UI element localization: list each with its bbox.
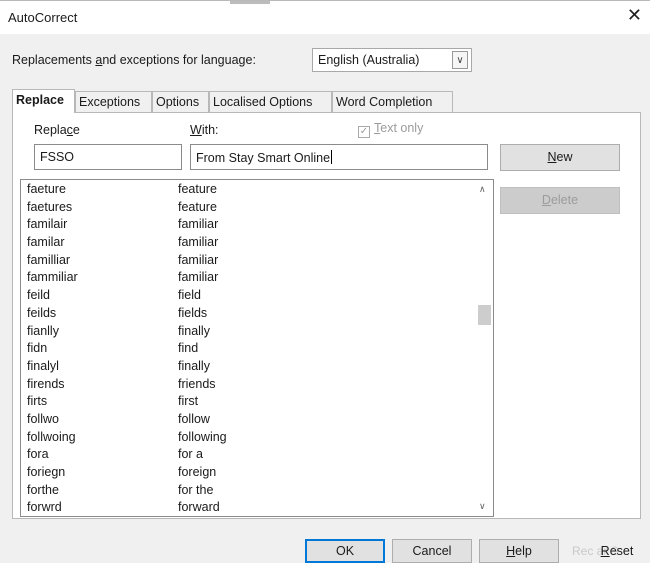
text-only-checkbox[interactable]: ✓ Text only <box>358 121 423 138</box>
language-select[interactable]: English (Australia) ∨ <box>312 48 472 72</box>
replacement-list[interactable]: faeture feature faetures feature familair f… <box>20 179 494 517</box>
with-cell: follow <box>178 411 210 426</box>
new-button[interactable]: New <box>500 144 620 171</box>
replace-cell: familliar <box>27 252 71 267</box>
replace-cell: follwo <box>27 411 59 426</box>
close-icon[interactable]: ✕ <box>627 5 642 26</box>
with-cell: for a <box>178 447 204 462</box>
list-item[interactable]: faetures feature <box>21 200 476 218</box>
list-item[interactable]: follwo follow <box>21 412 476 430</box>
scroll-thumb[interactable] <box>478 305 491 325</box>
with-cell: feature <box>178 182 217 196</box>
text-caret <box>331 150 333 164</box>
replace-cell: familar <box>27 235 65 250</box>
with-cell: foreign <box>178 465 217 479</box>
chevron-down-icon[interactable]: ∨ <box>452 51 468 69</box>
list-item[interactable]: firends friends <box>21 377 476 395</box>
with-cell: familiar <box>178 270 219 285</box>
replace-input[interactable]: FSSO <box>34 144 182 170</box>
list-item[interactable]: fammiliar familiar <box>21 270 476 288</box>
replace-cell: faetures <box>27 199 73 214</box>
delete-button[interactable]: Delete <box>500 187 620 214</box>
tab-replace[interactable]: Replace <box>12 89 75 113</box>
list-item[interactable]: firts first <box>21 394 476 412</box>
with-label: With: <box>190 123 219 137</box>
with-cell: find <box>178 341 199 356</box>
with-cell: field <box>178 288 201 303</box>
with-cell: familiar <box>178 235 219 250</box>
cancel-button[interactable]: Cancel <box>392 539 472 563</box>
replacement-rows: faeture feature faetures feature familair f… <box>21 182 476 516</box>
list-item[interactable]: foriegn foreign <box>21 465 476 483</box>
window-title: AutoCorrect <box>8 10 78 25</box>
with-cell: following <box>178 429 227 444</box>
vertical-scrollbar[interactable]: ∧ ∨ <box>476 180 493 516</box>
with-cell: finally <box>178 323 210 338</box>
with-cell: familiar <box>178 252 219 267</box>
list-item[interactable]: finalyl finally <box>21 359 476 377</box>
titlebar-shade <box>230 1 270 4</box>
list-item[interactable]: forwrd forward <box>21 500 476 516</box>
replace-cell: follwoing <box>27 429 76 444</box>
replace-cell: fidn <box>27 341 48 356</box>
with-cell: first <box>178 394 199 409</box>
list-item[interactable]: forthe for the <box>21 483 476 501</box>
checkmark-icon: ✓ <box>358 126 370 138</box>
list-item[interactable]: faeture feature <box>21 182 476 200</box>
list-item[interactable]: follwoing following <box>21 430 476 448</box>
list-item[interactable]: fidn find <box>21 341 476 359</box>
tab-exceptions[interactable]: Exceptions <box>75 91 152 112</box>
scroll-up-arrow-icon[interactable]: ∧ <box>479 184 486 195</box>
replace-cell: forwrd <box>27 500 62 515</box>
replace-cell: feild <box>27 288 50 303</box>
replace-cell: fianlly <box>27 323 59 338</box>
tab-localised-options[interactable]: Localised Options <box>209 91 332 112</box>
replace-panel: Replace With: ✓ Text only FSSO From Stay … <box>12 112 641 519</box>
replace-cell: fora <box>27 447 49 462</box>
tab-options[interactable]: Options <box>152 91 209 112</box>
with-input[interactable]: From Stay Smart Online <box>190 144 488 170</box>
replace-cell: fammiliar <box>27 270 78 285</box>
replace-cell: firends <box>27 376 65 391</box>
scroll-down-arrow-icon[interactable]: ∨ <box>479 501 486 512</box>
replace-cell: finalyl <box>27 358 59 373</box>
list-item[interactable]: feild field <box>21 288 476 306</box>
with-cell: feature <box>178 199 217 214</box>
list-item[interactable]: fianlly finally <box>21 324 476 342</box>
with-cell: familiar <box>178 217 219 232</box>
ok-button[interactable]: OK <box>305 539 385 563</box>
list-item[interactable]: familair familiar <box>21 217 476 235</box>
with-cell: forward <box>178 500 220 515</box>
help-button[interactable]: Help <box>479 539 559 563</box>
replace-cell: firts <box>27 394 48 409</box>
replace-cell: foriegn <box>27 465 66 479</box>
list-item[interactable]: feilds fields <box>21 306 476 324</box>
replace-cell: feilds <box>27 305 57 320</box>
title-bar: AutoCorrect ✕ <box>0 0 650 34</box>
language-label: Replacements and exceptions for language… <box>12 53 256 67</box>
replace-label: Replace <box>34 123 80 137</box>
language-select-value: English (Australia) <box>318 53 420 67</box>
dialog-body: Replacements and exceptions for language… <box>0 34 650 563</box>
tab-word-completion[interactable]: Word Completion <box>332 91 453 112</box>
with-cell: fields <box>178 305 208 320</box>
reset-button[interactable]: Reset <box>587 539 647 563</box>
list-item[interactable]: familliar familiar <box>21 253 476 271</box>
with-cell: friends <box>178 376 216 391</box>
replace-cell: faeture <box>27 182 66 196</box>
with-cell: for the <box>178 482 214 497</box>
with-cell: finally <box>178 358 210 373</box>
replace-cell: forthe <box>27 482 59 497</box>
replace-cell: familair <box>27 217 68 232</box>
list-item[interactable]: familar familiar <box>21 235 476 253</box>
list-item[interactable]: fora for a <box>21 447 476 465</box>
